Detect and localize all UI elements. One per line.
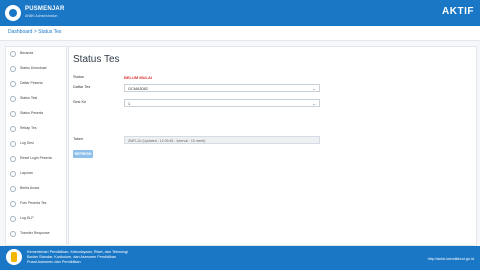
sidebar-item-rekap-tes[interactable]: Rekap Tes [6, 124, 66, 134]
sidebar-item-status-test[interactable]: Status Test [6, 94, 66, 104]
session-select[interactable]: 1 ⌄ [124, 99, 320, 107]
test-select-value: GCMA3082 [128, 86, 148, 91]
brand-subtitle: ANBK Administration [25, 14, 58, 18]
session-select-value: 1 [128, 101, 131, 106]
chevron-down-icon: ⌄ [312, 86, 316, 91]
test-select[interactable]: GCMA3082 ⌄ [124, 84, 320, 92]
status-icon [10, 95, 16, 102]
sidebar-item-status-peserta[interactable]: Status Peserta [6, 109, 66, 119]
sidebar-item-label: Status Download [20, 65, 47, 70]
sidebar-item-label: Log DLP [20, 215, 34, 220]
sidebar-item-label: Daftar Peserta [20, 80, 43, 85]
sidebar-item-label: Log Sesi [20, 140, 34, 145]
sidebar-item-log-sesi[interactable]: Log Sesi [6, 139, 66, 149]
footer-center: Pusat Asesmen dan Pendidikan [27, 260, 81, 264]
content-area: Dashboard > Status Tes Beranda Status Do… [0, 26, 480, 246]
sidebar-item-daftar-peserta[interactable]: Daftar Peserta [6, 79, 66, 89]
reset-icon [10, 155, 16, 162]
download-icon [10, 65, 16, 72]
log-icon [10, 140, 16, 147]
token-label: Token [73, 137, 84, 141]
chevron-down-icon: ⌄ [312, 101, 316, 106]
status-panel: Status Tes Status BELUM MULAI Daftar Tes… [68, 46, 477, 246]
breadcrumb-bar: Dashboard > Status Tes [0, 26, 480, 41]
refresh-button[interactable]: REFRESH [73, 150, 93, 158]
brand-name: PUSMENJAR [25, 6, 65, 12]
status-label: Status [73, 75, 84, 79]
document-icon [10, 185, 16, 192]
sidebar-item-label: Laporan [20, 170, 33, 175]
report-icon [10, 170, 16, 177]
sidebar-item-label: Status Peserta [20, 110, 43, 115]
sidebar-item-beranda[interactable]: Beranda [6, 49, 66, 59]
sidebar-item-laporan[interactable]: Laporan [6, 169, 66, 179]
home-icon [10, 50, 16, 57]
session-label: Sesi Ke [73, 100, 87, 104]
recap-icon [10, 125, 16, 132]
user-status-icon [10, 110, 16, 117]
sidebar-item-label: Rekap Tes [20, 125, 37, 130]
sidebar-item-label: Beranda [20, 50, 34, 55]
sidebar-item-label: Foto Peserta Tes [20, 200, 47, 205]
token-field: ZMFLJU (Updated : 12:09:45 - Interval : … [124, 136, 320, 144]
sidebar-item-berita-acara[interactable]: Berita Acara [6, 184, 66, 194]
footer-ministry: Kementerian Pendidikan, Kebudayaan, Rise… [27, 250, 129, 254]
breadcrumb[interactable]: Dashboard > Status Tes [8, 29, 61, 35]
sidebar: Beranda Status Download Daftar Peserta S… [5, 46, 67, 246]
footer-agency: Badan Standar, Kurikulum, dan Asesmen Pe… [27, 255, 117, 259]
status-value: BELUM MULAI [124, 75, 152, 80]
app-header: PUSMENJAR ANBK Administration AKTIF [0, 0, 480, 26]
refresh-button-label: REFRESH [74, 152, 92, 156]
sidebar-item-label: Status Test [20, 95, 38, 100]
sidebar-item-transfer-response[interactable]: Transfer Response [6, 229, 66, 239]
sidebar-item-status-download[interactable]: Status Download [6, 64, 66, 74]
sidebar-item-log-dlp[interactable]: Log DLP [6, 214, 66, 224]
sidebar-item-reset-login[interactable]: Reset Login Peserta [6, 154, 66, 164]
users-icon [10, 80, 16, 87]
camera-icon [10, 200, 16, 207]
tut-wuri-logo [6, 249, 22, 265]
sidebar-item-label: Reset Login Peserta [20, 155, 52, 160]
page-title: Status Tes [73, 54, 120, 65]
server-status-badge: AKTIF [442, 6, 474, 17]
footer-url[interactable]: http://anbk.kemdikbud.go.id [428, 257, 474, 261]
pusmenjar-logo [5, 5, 21, 21]
sidebar-item-foto-peserta[interactable]: Foto Peserta Tes [6, 199, 66, 209]
log-icon [10, 215, 16, 222]
test-list-label: Daftar Tes [73, 85, 91, 89]
sidebar-item-label: Berita Acara [20, 185, 40, 190]
app-footer: Kementerian Pendidikan, Kebudayaan, Rise… [0, 246, 480, 270]
sidebar-item-label: Transfer Response [20, 230, 50, 235]
transfer-icon [10, 230, 16, 237]
token-value: ZMFLJU (Updated : 12:09:45 - Interval : … [128, 138, 206, 143]
